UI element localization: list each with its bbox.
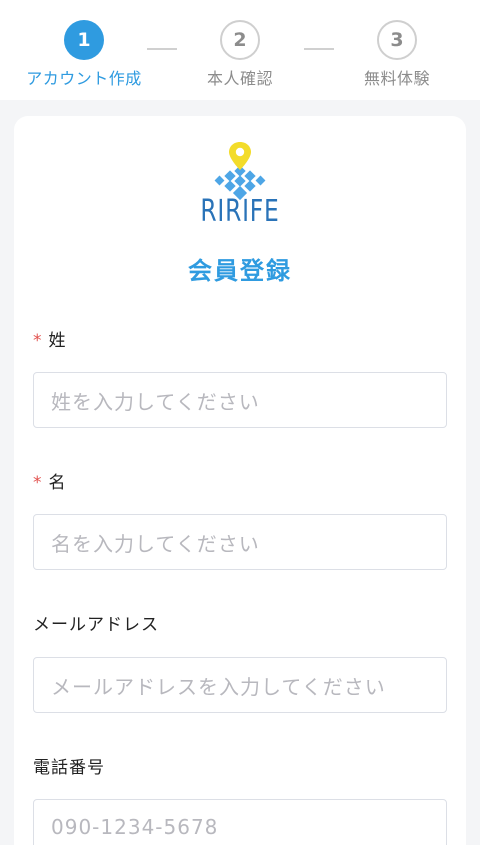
- email-input[interactable]: メールアドレスを入力してください: [33, 657, 447, 713]
- required-mark: *: [33, 331, 43, 351]
- step-3-label: 無料体験: [363, 69, 430, 88]
- first-name-placeholder: 名を入力してください: [51, 531, 260, 556]
- step-1-circle: 1: [64, 20, 104, 60]
- phone-placeholder: 090-1234-5678: [51, 815, 219, 839]
- required-mark: *: [33, 473, 43, 493]
- step-free-trial: 3 無料体験: [327, 20, 467, 89]
- brand-logo-text: RIRIFE: [200, 194, 280, 229]
- step-2-circle: 2: [220, 20, 260, 60]
- first-name-label-text: 名: [48, 473, 67, 493]
- step-identity-verification: 2 本人確認: [170, 20, 310, 89]
- last-name-placeholder: 姓を入力してください: [51, 389, 260, 414]
- email-label: メールアドレス: [33, 615, 159, 635]
- email-placeholder: メールアドレスを入力してください: [51, 674, 386, 699]
- progress-stepper: 1 アカウント作成 2 本人確認 3 無料体験: [0, 0, 480, 100]
- step-account-creation: 1 アカウント作成: [14, 20, 154, 89]
- phone-input[interactable]: 090-1234-5678: [33, 799, 447, 845]
- step-3-circle: 3: [377, 20, 417, 60]
- last-name-input[interactable]: 姓を入力してください: [33, 372, 447, 428]
- registration-card: RIRIFE 会員登録 * 姓 姓を入力してください * 名 名を入力してください …: [14, 116, 466, 845]
- first-name-input[interactable]: 名を入力してください: [33, 514, 447, 570]
- phone-label: 電話番号: [33, 758, 105, 778]
- page-title: 会員登録: [188, 257, 292, 285]
- step-1-label: アカウント作成: [26, 69, 142, 88]
- first-name-label: * 名: [33, 468, 67, 493]
- step-2-label: 本人確認: [206, 69, 273, 88]
- last-name-label: * 姓: [33, 326, 67, 351]
- last-name-label-text: 姓: [48, 331, 67, 351]
